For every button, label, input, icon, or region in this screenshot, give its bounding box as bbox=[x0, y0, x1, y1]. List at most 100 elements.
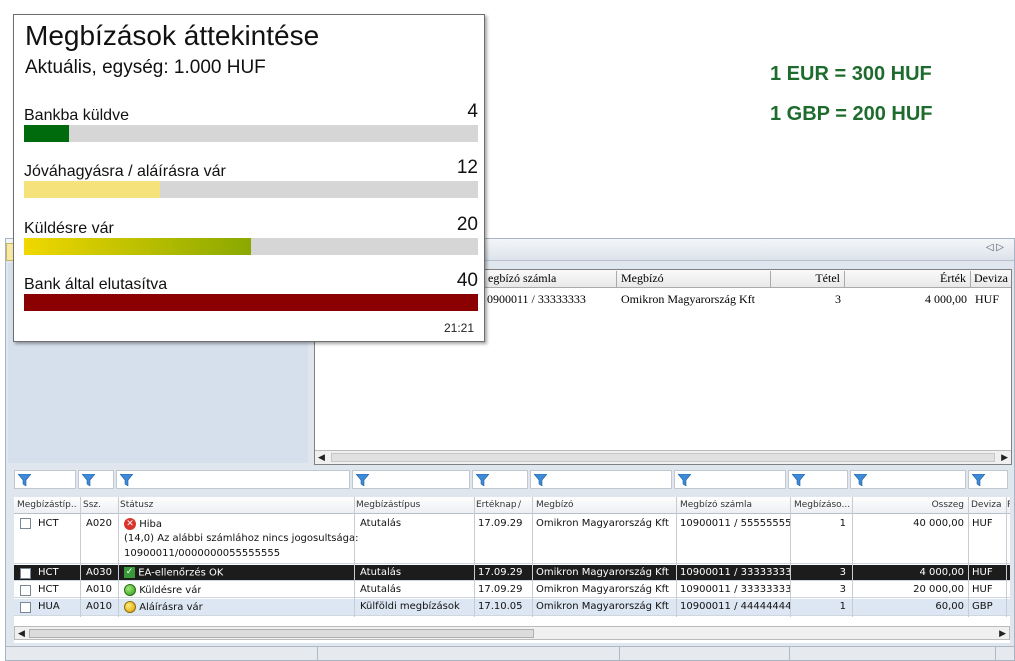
overview-row-value: 4 bbox=[467, 101, 478, 122]
status-segment bbox=[620, 647, 790, 661]
filter-icon[interactable] bbox=[356, 474, 369, 486]
row-checkbox[interactable] bbox=[20, 518, 31, 529]
column-divider bbox=[852, 497, 853, 617]
chevron-left-icon[interactable]: ◁ bbox=[986, 242, 994, 253]
cell-seq: A010 bbox=[86, 584, 112, 595]
filter-currency[interactable] bbox=[968, 470, 1008, 489]
col-header-item[interactable]: Tétel bbox=[771, 271, 845, 287]
col-header-currency[interactable]: Deviza bbox=[971, 271, 1011, 287]
col-header-status[interactable]: Státusz bbox=[120, 500, 320, 510]
filter-icon[interactable] bbox=[534, 474, 547, 486]
filter-icon[interactable] bbox=[18, 474, 31, 486]
col-header-payer[interactable]: Megbízó bbox=[536, 500, 666, 510]
filter-seq[interactable] bbox=[78, 470, 114, 489]
filter-icon[interactable] bbox=[678, 474, 691, 486]
scroll-right-icon[interactable]: ▶ bbox=[999, 628, 1006, 639]
cell-type-code: HCT bbox=[38, 567, 59, 578]
col-header-payer[interactable]: Megbízó bbox=[617, 271, 771, 287]
cell-count: 3 bbox=[839, 567, 846, 578]
progress-track bbox=[24, 125, 478, 142]
col-header-currency[interactable]: Deviza bbox=[971, 500, 1005, 510]
scroll-thumb[interactable] bbox=[29, 629, 534, 638]
orders-grid-hscrollbar[interactable]: ◀ ▶ bbox=[14, 626, 1010, 640]
progress-track bbox=[24, 181, 478, 198]
table-row[interactable]: HCT A020 ✕ Hiba (14,0) Az alábbi számláh… bbox=[14, 515, 1010, 564]
filter-row bbox=[14, 470, 1010, 490]
eur-rate: 1 EUR = 300 HUF bbox=[770, 63, 932, 85]
col-header-amount[interactable]: Összeg bbox=[854, 500, 964, 510]
table-row[interactable]: HUA A010 Aláírásra vár Külföldi megbízás… bbox=[14, 599, 1010, 616]
col-header-extra[interactable]: R bbox=[1007, 500, 1010, 510]
cell-type: Átutalás bbox=[360, 518, 402, 529]
filter-value-date[interactable] bbox=[472, 470, 528, 489]
cell-seq: A020 bbox=[86, 518, 112, 529]
tab-nav-arrows[interactable]: ◁ ▷ bbox=[986, 242, 1004, 253]
cell-status-account: 10900011/0000000055555555 bbox=[124, 548, 281, 559]
overview-row-rejected[interactable]: Bank által elutasítva 40 bbox=[24, 270, 478, 326]
orders-grid-header: Megbízástíp... Ssz. Státusz Megbízástípu… bbox=[14, 497, 1010, 514]
cell-account: 10900011 / 44444444 bbox=[680, 601, 792, 612]
progress-track bbox=[24, 238, 478, 255]
scroll-thumb[interactable] bbox=[331, 453, 995, 462]
filter-icon[interactable] bbox=[82, 474, 95, 486]
cell-currency: HUF bbox=[975, 292, 1000, 306]
col-header-account[interactable]: Megbízó számla bbox=[680, 500, 780, 510]
filter-icon[interactable] bbox=[972, 474, 985, 486]
filter-icon[interactable] bbox=[476, 474, 489, 486]
row-checkbox[interactable] bbox=[20, 585, 31, 596]
cell-currency: HUF bbox=[972, 584, 993, 595]
filter-payer[interactable] bbox=[530, 470, 672, 489]
cell-type-code: HCT bbox=[38, 584, 59, 595]
cell-type: Átutalás bbox=[360, 567, 402, 578]
check-icon: ✓ bbox=[124, 567, 135, 578]
overview-row-awaiting-approval[interactable]: Jóváhagyásra / aláírásra vár 12 bbox=[24, 157, 478, 213]
col-header-type[interactable]: Megbízástípus bbox=[356, 500, 466, 510]
cell-amount: 40 000,00 bbox=[913, 518, 964, 529]
cell-item: 3 bbox=[835, 292, 841, 306]
green-circle-icon bbox=[124, 584, 136, 596]
status-segment bbox=[790, 647, 996, 661]
filter-icon[interactable] bbox=[120, 474, 133, 486]
row-checkbox[interactable] bbox=[20, 602, 31, 613]
filter-account[interactable] bbox=[674, 470, 786, 489]
scroll-left-icon[interactable]: ◀ bbox=[18, 628, 25, 639]
overview-row-value: 40 bbox=[456, 270, 478, 291]
overview-row-sent-to-bank[interactable]: Bankba küldve 4 bbox=[24, 101, 478, 157]
col-header-type-code[interactable]: Megbízástíp... bbox=[17, 500, 77, 510]
cell-amount: 20 000,00 bbox=[913, 584, 964, 595]
table-row-selected[interactable]: HCT A030 ✓ EA-ellenőrzés OK Átutalás 17.… bbox=[14, 565, 1010, 581]
col-header-count[interactable]: Megbízáso... bbox=[794, 500, 850, 510]
filter-count[interactable] bbox=[788, 470, 848, 489]
scroll-left-icon[interactable]: ◀ bbox=[318, 452, 325, 463]
cell-type: Átutalás bbox=[360, 584, 402, 595]
filter-type-code[interactable] bbox=[14, 470, 76, 489]
cell-account: 10900011 / 55555555 bbox=[680, 518, 792, 529]
filter-icon[interactable] bbox=[854, 474, 867, 486]
column-divider bbox=[80, 497, 81, 617]
filter-icon[interactable] bbox=[792, 474, 805, 486]
column-divider bbox=[118, 497, 119, 617]
cell-status: ✕ Hiba bbox=[124, 518, 162, 530]
column-divider bbox=[1006, 497, 1007, 617]
cell-account: 10900011 / 33333333 bbox=[680, 567, 792, 578]
table-row[interactable]: HCT A010 Küldésre vár Átutalás 17.09.29 … bbox=[14, 582, 1010, 598]
summary-grid-hscrollbar[interactable]: ◀ ▶ bbox=[315, 450, 1011, 464]
col-header-value-date[interactable]: Értéknap bbox=[476, 500, 516, 510]
filter-amount[interactable] bbox=[850, 470, 966, 489]
col-header-seq[interactable]: Ssz. bbox=[83, 500, 113, 510]
overview-row-awaiting-send[interactable]: Küldésre vár 20 bbox=[24, 214, 478, 270]
overview-row-label: Bank által elutasítva bbox=[24, 276, 168, 293]
chevron-right-icon[interactable]: ▷ bbox=[996, 242, 1004, 253]
overview-row-value: 20 bbox=[456, 214, 478, 235]
overview-subtitle: Aktuális, egység: 1.000 HUF bbox=[25, 57, 266, 78]
filter-type[interactable] bbox=[352, 470, 470, 489]
cell-seq: A030 bbox=[86, 567, 112, 578]
scroll-right-icon[interactable]: ▶ bbox=[1001, 452, 1008, 463]
cell-payer: Omikron Magyarország Kft bbox=[536, 518, 669, 529]
cell-payer: Omikron Magyarország Kft bbox=[536, 584, 669, 595]
col-header-account[interactable]: egbízó számla bbox=[485, 271, 617, 287]
filter-status[interactable] bbox=[116, 470, 350, 489]
row-checkbox[interactable] bbox=[20, 568, 31, 579]
orders-grid: Megbízástíp... Ssz. Státusz Megbízástípu… bbox=[14, 497, 1010, 643]
col-header-value[interactable]: Érték bbox=[845, 271, 971, 287]
